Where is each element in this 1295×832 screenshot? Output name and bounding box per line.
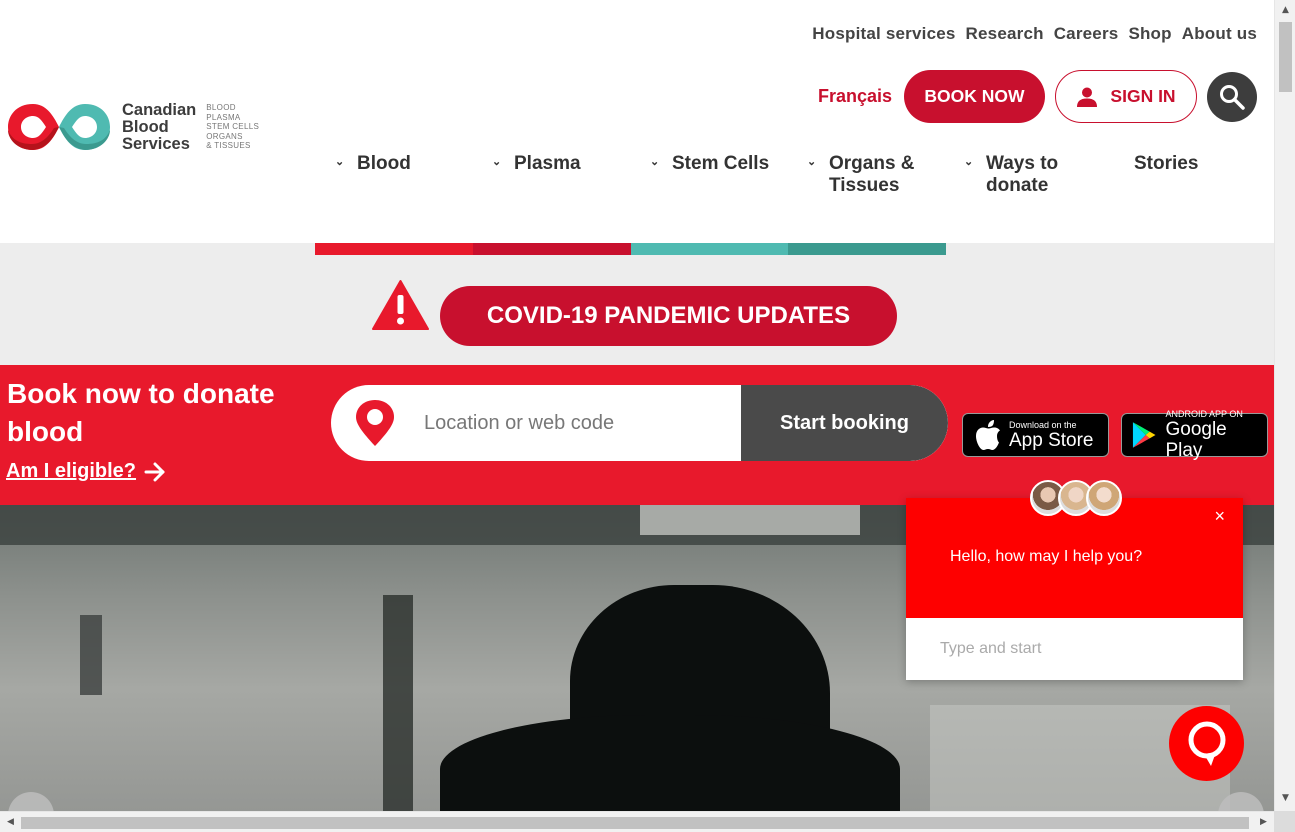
chat-close-button[interactable]: ×	[1214, 506, 1225, 527]
vertical-scrollbar[interactable]: ▲ ▼	[1274, 0, 1295, 832]
utility-nav: Hospital services Research Careers Shop …	[812, 24, 1257, 44]
location-pin-icon	[331, 385, 419, 461]
scroll-down-icon[interactable]: ▼	[1275, 790, 1295, 807]
search-icon	[1220, 84, 1245, 110]
chevron-down-icon: ⌄	[650, 156, 660, 168]
nav-item-organs-tissues[interactable]: ⌄ Organs & Tissues	[807, 153, 915, 197]
booking-search: Start booking	[331, 385, 948, 461]
scroll-left-icon[interactable]: ◀	[2, 812, 19, 832]
header-actions: Français BOOK NOW SIGN IN	[818, 70, 1257, 123]
eligible-label: Am I eligible?	[6, 460, 137, 482]
scrollbar-corner	[1274, 811, 1295, 832]
horizontal-scrollbar[interactable]: ◀ ▶	[0, 811, 1274, 832]
app-store-badge[interactable]: Download on the App Store	[962, 413, 1109, 457]
nav-item-stem-cells[interactable]: ⌄ Stem Cells	[650, 153, 769, 175]
vertical-scroll-thumb[interactable]	[1279, 22, 1292, 92]
accent-bar-red	[315, 243, 473, 255]
utility-link-research[interactable]: Research	[966, 24, 1044, 44]
am-i-eligible-link[interactable]: Am I eligible?	[6, 460, 166, 483]
nav-item-ways-to-donate[interactable]: ⌄ Ways to donate	[964, 153, 1058, 197]
horizontal-scroll-thumb[interactable]	[21, 817, 1249, 829]
scroll-right-icon[interactable]: ▶	[1255, 812, 1272, 832]
nav-item-plasma[interactable]: ⌄ Plasma	[492, 153, 581, 175]
utility-link-hospital-services[interactable]: Hospital services	[812, 24, 955, 44]
chat-agent-avatars	[1030, 480, 1122, 516]
chat-input[interactable]	[940, 634, 1220, 664]
accent-bar-dark-red	[473, 243, 631, 255]
utility-link-about-us[interactable]: About us	[1182, 24, 1257, 44]
nav-item-blood[interactable]: ⌄ Blood	[335, 153, 411, 175]
video-highlight	[640, 505, 860, 535]
chat-widget: Hello, how may I help you? ×	[906, 480, 1243, 680]
start-booking-button[interactable]: Start booking	[741, 385, 948, 461]
accent-bar-teal	[631, 243, 788, 255]
sign-in-button[interactable]: SIGN IN	[1055, 70, 1197, 123]
avatar	[1086, 480, 1122, 516]
chevron-down-icon: ⌄	[335, 156, 345, 168]
chevron-down-icon: ⌄	[807, 156, 817, 168]
accent-bar-dark-teal	[788, 243, 946, 255]
video-shadow	[80, 615, 102, 695]
warning-icon	[372, 280, 429, 330]
user-icon	[1077, 87, 1098, 107]
chevron-down-icon: ⌄	[964, 156, 974, 168]
logo-wordmark: Canadian Blood Services	[122, 100, 197, 153]
chat-greeting: Hello, how may I help you?	[950, 548, 1143, 565]
chat-launcher-button[interactable]	[1169, 706, 1244, 781]
nav-item-stories[interactable]: Stories	[1134, 153, 1198, 175]
covid-banner: COVID-19 PANDEMIC UPDATES	[0, 243, 1274, 365]
google-play-icon	[1132, 422, 1156, 448]
page: Hospital services Research Careers Shop …	[0, 0, 1274, 811]
chat-header: Hello, how may I help you? ×	[906, 498, 1243, 618]
location-input[interactable]	[419, 385, 741, 461]
logo-tagline: BLOOD PLASMA STEM CELLS ORGANS & TISSUES	[206, 103, 260, 151]
site-logo[interactable]: Canadian Blood Services BLOOD PLASMA STE…	[6, 100, 259, 154]
chat-bubble-icon	[1188, 721, 1225, 766]
search-button[interactable]	[1207, 71, 1257, 122]
booking-heading: Book now to donate blood	[7, 378, 275, 447]
chevron-down-icon: ⌄	[492, 156, 502, 168]
scroll-up-icon[interactable]: ▲	[1275, 2, 1295, 19]
silhouette-shoulders	[440, 715, 900, 811]
arrow-right-icon	[144, 462, 165, 481]
language-toggle[interactable]: Français	[818, 86, 892, 107]
google-play-badge[interactable]: ANDROID APP ON Google Play	[1121, 409, 1268, 461]
chat-input-area	[906, 618, 1243, 680]
utility-link-careers[interactable]: Careers	[1054, 24, 1119, 44]
video-shadow	[383, 595, 413, 811]
apple-icon	[976, 420, 1000, 450]
utility-link-shop[interactable]: Shop	[1128, 24, 1171, 44]
infinity-logo-icon	[8, 104, 110, 150]
site-header: Hospital services Research Careers Shop …	[0, 0, 1274, 243]
main-nav: ⌄ Blood ⌄ Plasma ⌄ Stem Cells ⌄ Organs &…	[315, 153, 1260, 213]
covid-updates-button[interactable]: COVID-19 PANDEMIC UPDATES	[440, 286, 897, 346]
book-now-button[interactable]: BOOK NOW	[904, 70, 1045, 123]
sign-in-label: SIGN IN	[1110, 86, 1176, 106]
